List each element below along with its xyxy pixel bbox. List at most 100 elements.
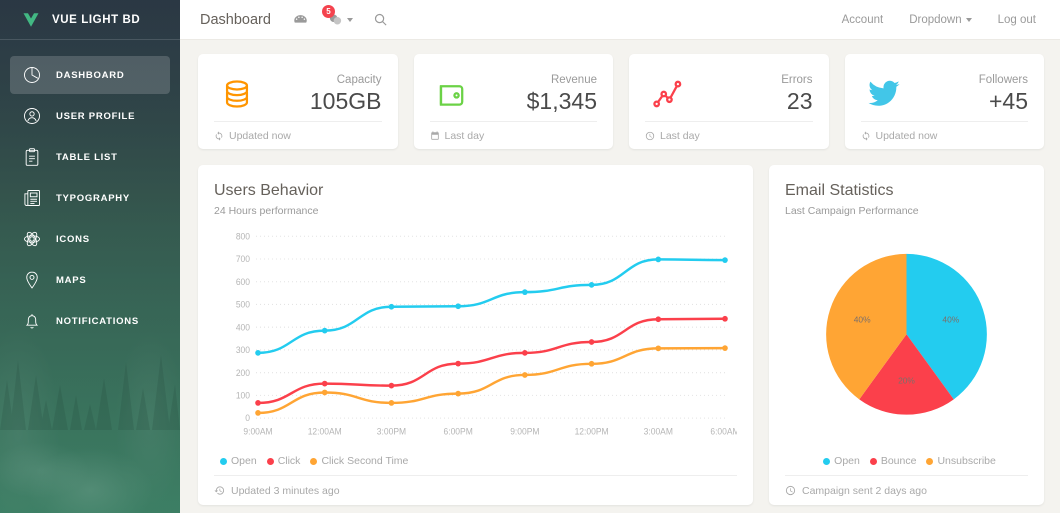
notification-badge: 5 <box>321 5 335 18</box>
stat-footer-label: Updated now <box>229 129 291 142</box>
legend-label: Unsubscribe <box>937 455 996 467</box>
legend-color-swatch <box>220 457 227 465</box>
sidebar-item-table-list[interactable]: TABLE LIST <box>10 138 170 176</box>
chevron-down-icon <box>346 17 353 22</box>
stat-label: Revenue <box>550 74 597 86</box>
legend-item-unsubscribe[interactable]: Unsubscribe <box>926 455 996 467</box>
notification-icon[interactable]: 5 <box>321 5 353 27</box>
svg-text:12:00PM: 12:00PM <box>575 427 609 437</box>
pie-chart: 40% 20% 40% <box>826 253 987 415</box>
twitter-icon <box>861 77 907 111</box>
newspaper-icon <box>22 188 42 208</box>
wallet-icon <box>430 77 476 111</box>
sidebar-brand-label: VUE LIGHT BD <box>52 13 141 26</box>
email-statistics-legend: Open Bounce Unsubscribe <box>785 449 1028 475</box>
sidebar-brand[interactable]: VUE LIGHT BD <box>0 0 180 40</box>
chart-card-row: Users Behavior 24 Hours performance 0 100… <box>198 165 1044 505</box>
sidebar-item-notifications[interactable]: NOTIFICATIONS <box>10 302 170 340</box>
sidebar-item-label: MAPS <box>56 274 87 286</box>
history-icon <box>214 486 225 495</box>
speedometer-icon[interactable] <box>293 12 308 27</box>
line-graph-icon <box>645 77 691 111</box>
legend-label: Click <box>277 455 301 467</box>
legend-label: Open <box>834 455 860 467</box>
email-statistics-card: Email Statistics Last Campaign Performan… <box>769 165 1044 505</box>
database-icon <box>214 77 260 111</box>
sidebar-item-label: TYPOGRAPHY <box>56 192 131 204</box>
users-behavior-card: Users Behavior 24 Hours performance 0 100… <box>198 165 753 505</box>
svg-text:9:00PM: 9:00PM <box>510 427 539 437</box>
stat-card-errors: Errors 23 Last day <box>629 54 829 149</box>
sidebar-item-dashboard[interactable]: DASHBOARD <box>10 56 170 94</box>
main-panel: Dashboard 5 Account Dropdown Log out Cap… <box>180 0 1060 513</box>
email-statistics-subtitle: Last Campaign Performance <box>785 205 919 217</box>
users-behavior-legend: Open Click Click Second Time <box>214 449 737 475</box>
line-chart: 0 100 200 300 400 500 600 700 800 9:00AM 12:00AM 3:… <box>236 231 737 437</box>
email-statistics-plot-area: 40% 20% 40% <box>785 218 1028 449</box>
users-behavior-footer-label: Updated 3 minutes ago <box>231 484 340 497</box>
svg-text:0: 0 <box>245 413 250 423</box>
stat-footer-label: Updated now <box>875 129 938 142</box>
account-link[interactable]: Account <box>842 14 884 26</box>
navbar-links: Account Dropdown Log out <box>842 14 1036 26</box>
clock-icon <box>785 485 796 496</box>
svg-text:6:00PM: 6:00PM <box>444 427 473 437</box>
legend-item-open[interactable]: Open <box>823 455 860 467</box>
stat-footer: Last day <box>645 121 813 149</box>
users-behavior-plot-area: 0 100 200 300 400 500 600 700 800 9:00AM 12:00AM 3:… <box>214 218 737 449</box>
svg-text:9:00AM: 9:00AM <box>243 427 272 437</box>
vue-logo-icon <box>22 11 40 29</box>
chevron-down-icon <box>965 17 972 22</box>
calendar-icon <box>430 130 439 140</box>
legend-color-swatch <box>266 457 274 465</box>
legend-item-click-second-time[interactable]: Click Second Time <box>310 455 408 467</box>
svg-text:400: 400 <box>236 322 250 332</box>
sidebar: VUE LIGHT BD DASHBOARD USER PROFILE TABL… <box>0 0 180 513</box>
search-icon[interactable] <box>373 12 388 27</box>
svg-text:40%: 40% <box>942 315 959 325</box>
sidebar-item-maps[interactable]: MAPS <box>10 261 170 299</box>
stat-card-followers: Followers +45 Updated now <box>844 54 1044 149</box>
legend-item-open[interactable]: Open <box>220 455 257 467</box>
legend-item-bounce[interactable]: Bounce <box>869 455 917 467</box>
svg-text:300: 300 <box>236 345 250 355</box>
sidebar-item-label: ICONS <box>56 233 90 245</box>
sidebar-item-user-profile[interactable]: USER PROFILE <box>10 97 170 135</box>
svg-text:3:00PM: 3:00PM <box>377 427 406 437</box>
dropdown-link[interactable]: Dropdown <box>909 13 972 26</box>
legend-item-click[interactable]: Click <box>266 455 301 467</box>
clock-icon <box>645 131 655 140</box>
page-title: Dashboard <box>200 11 271 28</box>
legend-color-swatch <box>310 457 318 465</box>
users-behavior-title: Users Behavior <box>214 182 324 199</box>
svg-text:800: 800 <box>236 231 250 241</box>
logout-link[interactable]: Log out <box>998 14 1036 26</box>
top-navbar: Dashboard 5 Account Dropdown Log out <box>180 0 1060 40</box>
stat-footer-label: Last day <box>444 129 485 142</box>
svg-text:3:00AM: 3:00AM <box>644 427 673 437</box>
stat-label: Followers <box>978 74 1028 86</box>
stat-label: Errors <box>781 74 813 86</box>
atom-icon <box>22 229 42 249</box>
stat-value: +45 <box>988 88 1028 114</box>
stat-value: 105GB <box>309 88 382 114</box>
stat-footer: Updated now <box>860 121 1028 149</box>
legend-label: Open <box>231 455 257 467</box>
svg-text:12:00AM: 12:00AM <box>308 427 342 437</box>
sidebar-item-typography[interactable]: TYPOGRAPHY <box>10 179 170 217</box>
app-root: VUE LIGHT BD DASHBOARD USER PROFILE TABL… <box>0 0 1060 513</box>
email-statistics-title: Email Statistics <box>785 182 894 199</box>
svg-text:40%: 40% <box>854 315 871 325</box>
stat-footer: Updated now <box>214 121 382 149</box>
legend-color-swatch <box>823 457 831 465</box>
legend-label: Bounce <box>880 455 917 467</box>
pie-chart-icon <box>22 65 42 85</box>
refresh-icon <box>862 130 869 141</box>
bell-icon <box>22 311 42 331</box>
dropdown-link-label: Dropdown <box>909 13 962 26</box>
sidebar-item-label: USER PROFILE <box>56 110 136 122</box>
sidebar-item-icons[interactable]: ICONS <box>10 220 170 258</box>
svg-text:20%: 20% <box>898 376 915 386</box>
email-statistics-footer: Campaign sent 2 days ago <box>785 475 1028 505</box>
svg-text:100: 100 <box>236 390 250 400</box>
